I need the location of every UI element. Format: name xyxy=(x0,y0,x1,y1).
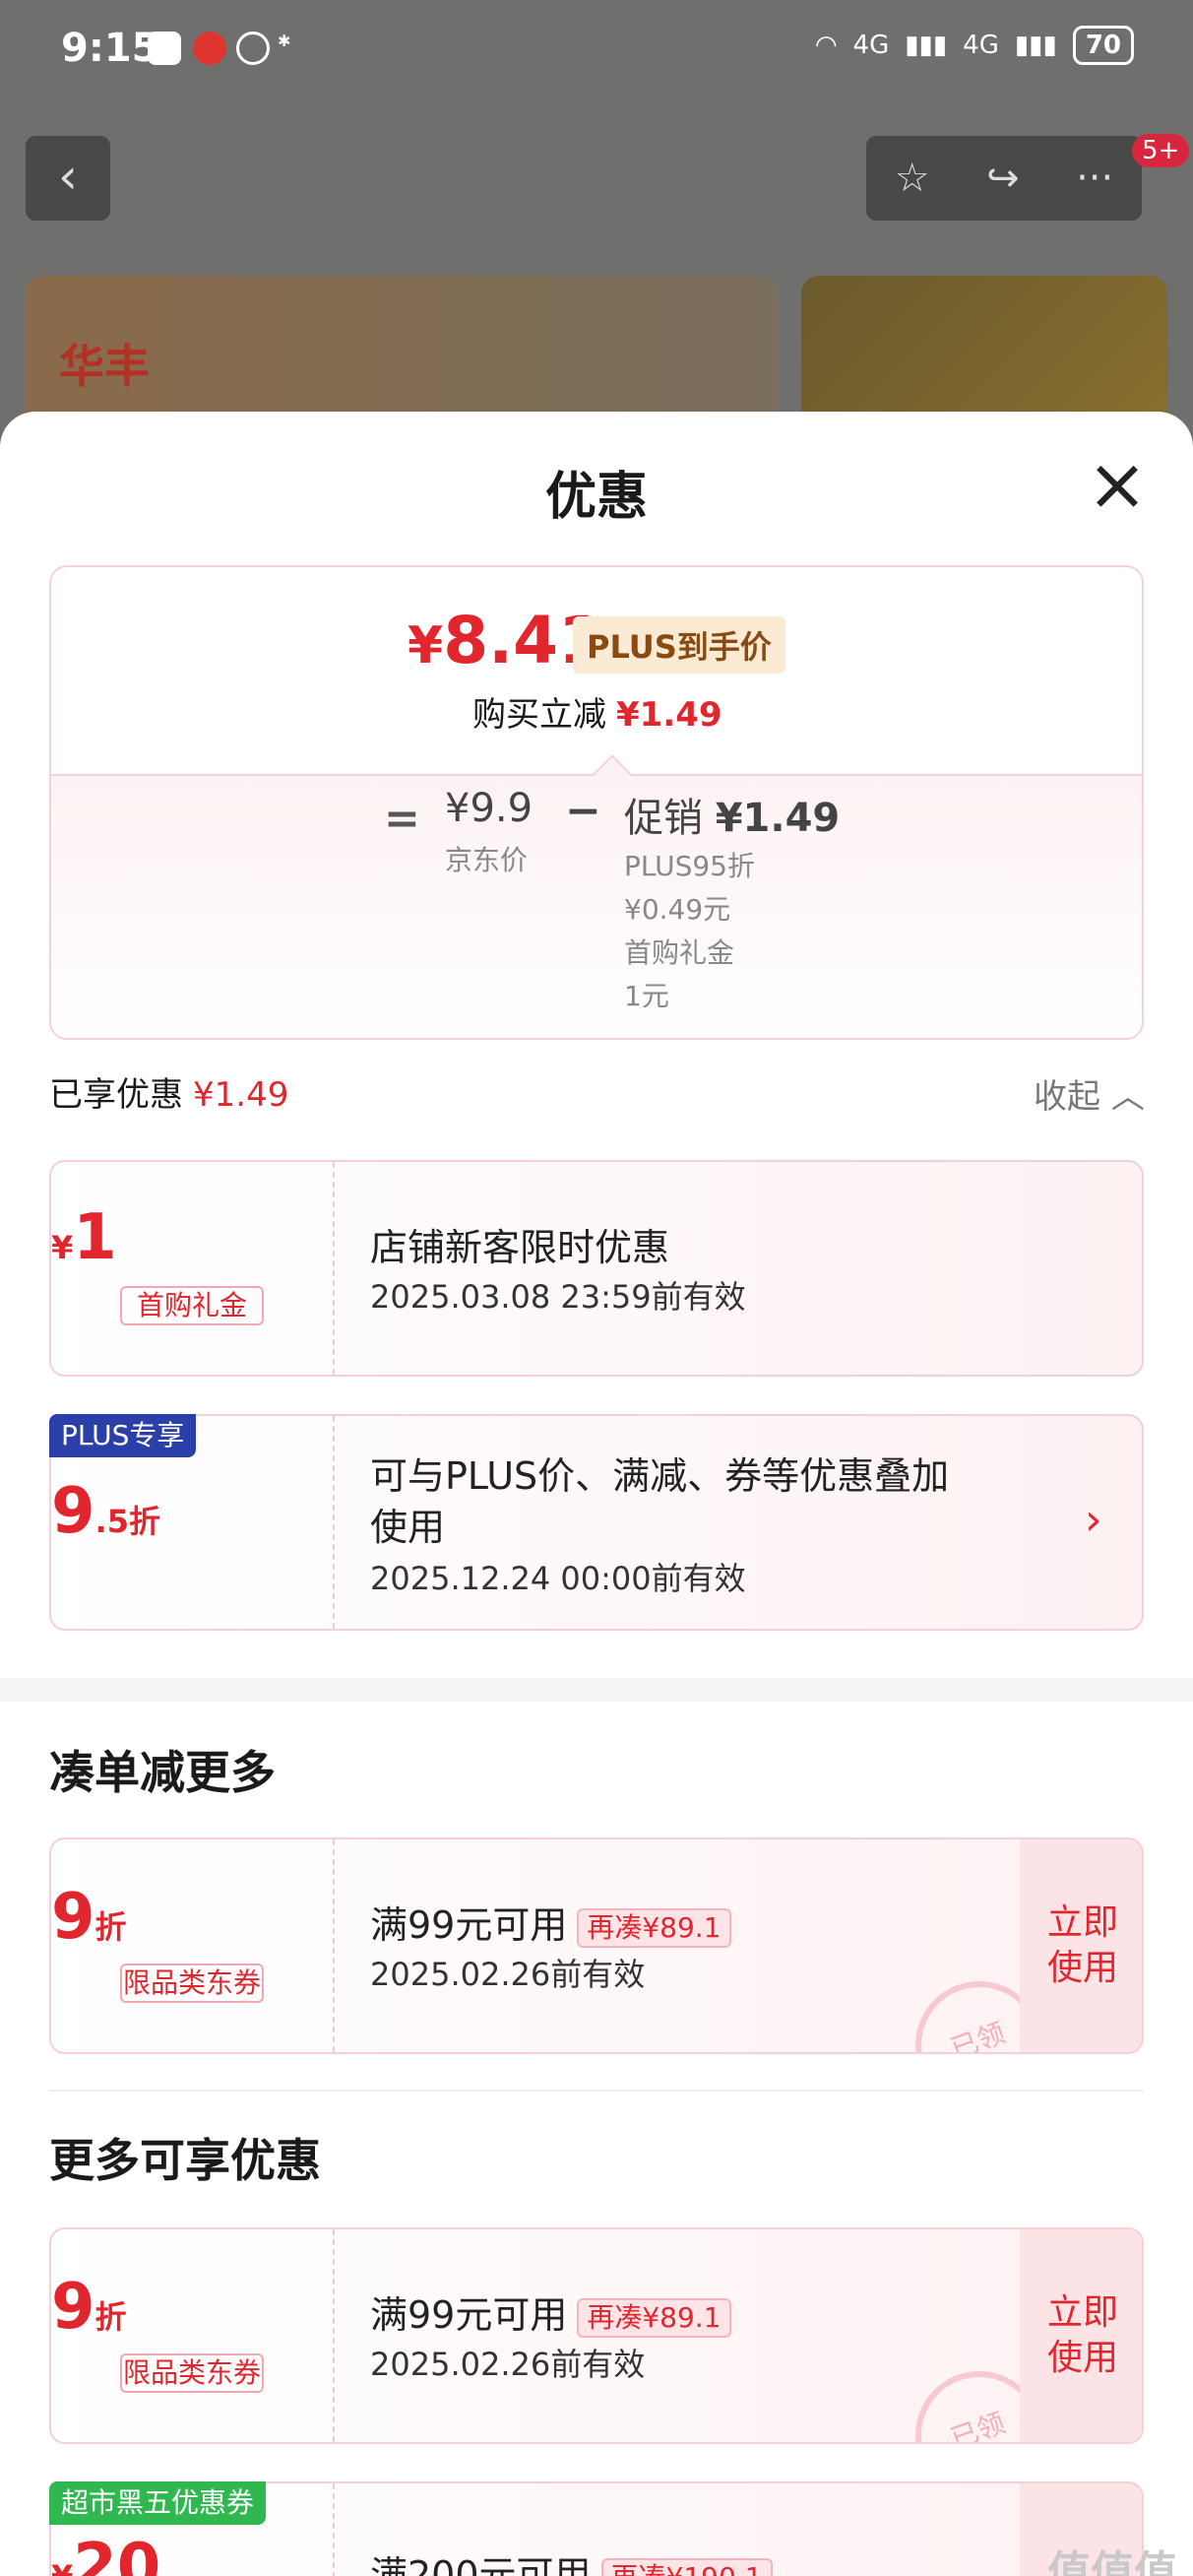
bluetooth-icon: ✱ xyxy=(278,32,291,50)
coupon-card-category-2[interactable]: 9折 限品类东券 满99元可用 再凑¥89.1 2025.02.26前有效 已领 … xyxy=(49,2227,1144,2444)
thin-divider xyxy=(49,2090,1144,2092)
app-notification-icon xyxy=(148,32,181,65)
chevron-right-icon[interactable]: › xyxy=(1085,1495,1102,1545)
coupon-amount: ¥1 xyxy=(51,1201,117,1274)
section-title-more: 凑单减更多 xyxy=(49,1746,276,1799)
enjoyed-discount: 已享优惠 ¥1.49 xyxy=(49,1075,289,1115)
weibo-notification-icon xyxy=(193,32,226,65)
chevron-up-icon: ︿ xyxy=(1110,1077,1145,1117)
sheet-title: 优惠 xyxy=(544,468,648,527)
coupon-extra: 再凑¥89.1 xyxy=(577,1907,731,1948)
jd-price-label: 京东价 xyxy=(445,844,529,876)
more-icon[interactable]: ··· xyxy=(1076,156,1113,201)
coupon-date: 2025.12.24 00:00前有效 xyxy=(370,1560,746,1597)
site-watermark: 值值值 xyxy=(1047,2547,1177,2576)
coupon-amount: ¥20 xyxy=(51,2531,161,2576)
close-icon[interactable]: × xyxy=(1083,448,1152,524)
coupon-extra: 再凑¥190.1 xyxy=(600,2557,773,2576)
chevron-left-icon: ‹ xyxy=(58,148,78,205)
brand-logo: 华丰 xyxy=(59,340,150,393)
coupon-extra: 再凑¥89.1 xyxy=(577,2297,731,2338)
signal-bars-icon: ▮▮▮ xyxy=(905,31,948,60)
use-now-button[interactable]: 立即使用 xyxy=(1020,1839,1142,2052)
signal-1: 4G xyxy=(852,31,890,60)
plus-exclusive-tag: PLUS专享 xyxy=(49,1414,197,1457)
coupon-card-category[interactable]: 9折 限品类东券 满99元可用 再凑¥89.1 2025.02.26前有效 已领 … xyxy=(49,1837,1144,2054)
battery-indicator: 70 xyxy=(1072,26,1134,65)
promo-detail-3: 首购礼金 xyxy=(624,936,735,969)
coupon-title: 满99元可用 再凑¥89.1 xyxy=(370,1895,731,1949)
speed-icon xyxy=(236,32,270,65)
share-icon[interactable]: ↪ xyxy=(986,156,1020,201)
coupon-date: 2025.02.26前有效 xyxy=(370,2346,646,2383)
coupon-title: 满99元可用 再凑¥89.1 xyxy=(370,2285,731,2339)
coupon-tag: 限品类东券 xyxy=(120,2353,264,2393)
coupon-title-line2: 使用 xyxy=(370,1506,446,1549)
back-button[interactable]: ‹ xyxy=(26,136,110,221)
purchase-reduction: 购买立减 ¥1.49 xyxy=(472,695,722,735)
section-separator xyxy=(0,1678,1193,1702)
coupon-amount: 9折 xyxy=(51,2271,127,2344)
signal-bars-icon-2: ▮▮▮ xyxy=(1014,31,1057,60)
plus-price-tag: PLUS到手价 xyxy=(573,616,785,674)
coupon-tag: 首购礼金 xyxy=(120,1286,264,1325)
coupon-title: 可与PLUS价、满减、券等优惠叠加 xyxy=(370,1454,950,1498)
promo-total: 促销 ¥1.49 xyxy=(624,796,841,841)
black-friday-tag: 超市黑五优惠券 xyxy=(49,2481,267,2525)
coupon-title: 店铺新客限时优惠 xyxy=(370,1226,670,1269)
promo-detail-4: 1元 xyxy=(624,980,669,1012)
coupon-date: 2025.02.26前有效 xyxy=(370,1956,646,1993)
use-now-button[interactable]: 立即使用 xyxy=(1020,2229,1142,2442)
coupon-title: 满200元可用再凑¥190.1 xyxy=(370,2544,773,2576)
section-title-available: 更多可享优惠 xyxy=(49,2134,321,2187)
status-bar: 9:15 ✱ ◠ 4G ▮▮▮ 4G ▮▮▮ 70 xyxy=(0,0,1193,98)
coupon-card-first-purchase[interactable]: ¥1 首购礼金 店铺新客限时优惠 2025.03.08 23:59前有效 xyxy=(49,1160,1144,1377)
status-time: 9:15 xyxy=(61,26,159,71)
coupon-tag: 限品类东券 xyxy=(120,1964,264,2003)
collapse-button[interactable]: 收起 ︿ xyxy=(1034,1069,1145,1118)
promo-detail-1: PLUS95折 xyxy=(624,850,755,882)
background-page: 9:15 ✱ ◠ 4G ▮▮▮ 4G ▮▮▮ 70 ‹ ☆ ↪ ··· 5+ 华… xyxy=(0,0,1193,473)
jd-price: ¥9.9 xyxy=(445,786,534,831)
coupon-date: 2025.03.08 23:59前有效 xyxy=(370,1278,746,1316)
minus-sign: − xyxy=(565,786,601,836)
signal-2: 4G xyxy=(963,31,999,60)
status-right: ◠ 4G ▮▮▮ 4G ▮▮▮ 70 xyxy=(815,26,1134,65)
wifi-icon: ◠ xyxy=(814,31,838,60)
message-badge: 5+ xyxy=(1132,134,1190,167)
favorite-star-icon[interactable]: ☆ xyxy=(895,156,930,201)
coupon-amount: 9.5折 xyxy=(51,1475,160,1548)
discount-sheet: 优惠 × ¥8.41 PLUS到手价 购买立减 ¥1.49 = ¥9.9 京东价 … xyxy=(0,412,1193,2576)
price-breakdown: ¥8.41 PLUS到手价 购买立减 ¥1.49 = ¥9.9 京东价 − 促销 … xyxy=(49,565,1144,1040)
coupon-amount: 9折 xyxy=(51,1881,127,1954)
coupon-card-plus[interactable]: 9.5折 可与PLUS价、满减、券等优惠叠加 使用 2025.12.24 00:… xyxy=(49,1414,1144,1631)
equals-sign: = xyxy=(384,794,420,844)
promo-detail-2: ¥0.49元 xyxy=(624,893,731,926)
top-actions: ☆ ↪ ··· xyxy=(866,136,1142,221)
